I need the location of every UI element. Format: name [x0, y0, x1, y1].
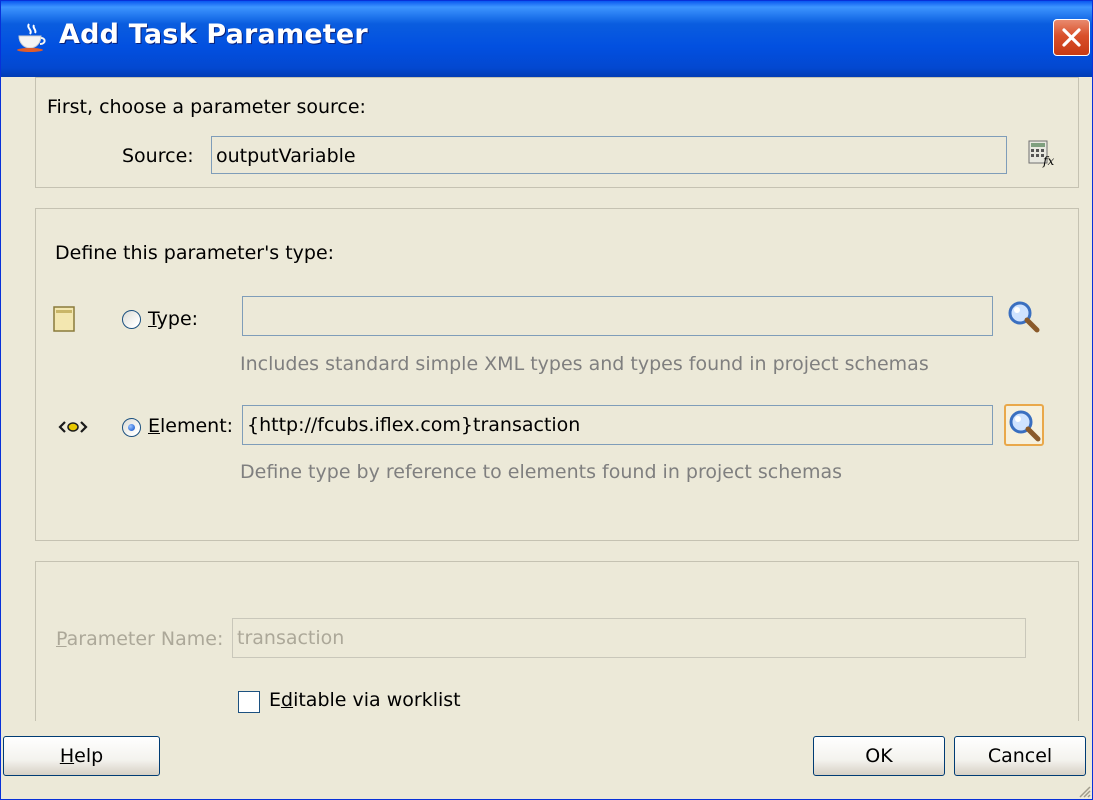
element-radio[interactable]	[122, 418, 141, 437]
browse-elements-button[interactable]	[1004, 404, 1044, 446]
svg-text:fx: fx	[1042, 154, 1054, 168]
type-radio[interactable]	[122, 310, 141, 329]
title-bar[interactable]: Add Task Parameter	[1, 1, 1092, 77]
close-button[interactable]	[1053, 19, 1090, 56]
coffee-cup-icon	[17, 23, 46, 52]
type-label-rest: ype:	[156, 308, 199, 330]
cancel-button[interactable]: Cancel	[954, 736, 1086, 776]
editable-label-prefix: E	[269, 689, 282, 711]
ok-button[interactable]: OK	[813, 736, 945, 776]
source-label: Source:	[122, 145, 194, 167]
browse-types-search-icon[interactable]	[1006, 299, 1042, 335]
source-heading: First, choose a parameter source:	[47, 96, 366, 118]
type-heading: Define this parameter's type:	[55, 242, 335, 264]
parameter-name-label: Parameter Name:	[56, 628, 223, 650]
source-panel: First, choose a parameter source: Source…	[35, 77, 1079, 188]
resize-grip-icon[interactable]	[1077, 784, 1091, 798]
type-field[interactable]	[242, 296, 993, 336]
simple-type-icon	[53, 306, 75, 332]
xml-element-icon	[58, 421, 88, 433]
editable-label-rest: itable via worklist	[293, 689, 461, 711]
element-label-mnemonic: E	[148, 415, 161, 437]
editable-via-worklist-label[interactable]: Editable via worklist	[269, 689, 461, 711]
editable-via-worklist-checkbox[interactable]	[238, 691, 260, 713]
close-icon	[1062, 28, 1081, 47]
type-hint: Includes standard simple XML types and t…	[240, 353, 929, 375]
element-label-rest: lement:	[160, 415, 234, 437]
dialog-title: Add Task Parameter	[59, 19, 368, 50]
help-button-mnemonic: H	[59, 745, 75, 767]
expression-builder-icon[interactable]: fx	[1026, 138, 1056, 168]
search-icon	[1009, 410, 1041, 442]
type-label: Type:	[148, 308, 198, 330]
parameter-name-label-mnemonic: P	[56, 628, 67, 650]
parameter-name-panel: Parameter Name: transaction Editable via…	[35, 561, 1079, 721]
editable-label-mnemonic: d	[281, 689, 294, 711]
add-task-parameter-dialog: Add Task Parameter First, choose a param…	[0, 0, 1093, 800]
element-hint: Define type by reference to elements fou…	[240, 461, 843, 483]
element-label: Element:	[148, 415, 233, 437]
source-field[interactable]: outputVariable	[211, 136, 1007, 174]
help-button-rest: elp	[74, 745, 104, 767]
type-label-mnemonic: T	[148, 308, 157, 330]
help-button[interactable]: Help	[3, 736, 160, 776]
type-panel: Define this parameter's type: Type: Incl…	[35, 208, 1079, 541]
parameter-name-label-rest: arameter Name:	[66, 628, 224, 650]
element-field[interactable]: {http://fcubs.iflex.com}transaction	[242, 405, 993, 445]
parameter-name-field[interactable]: transaction	[232, 618, 1026, 658]
